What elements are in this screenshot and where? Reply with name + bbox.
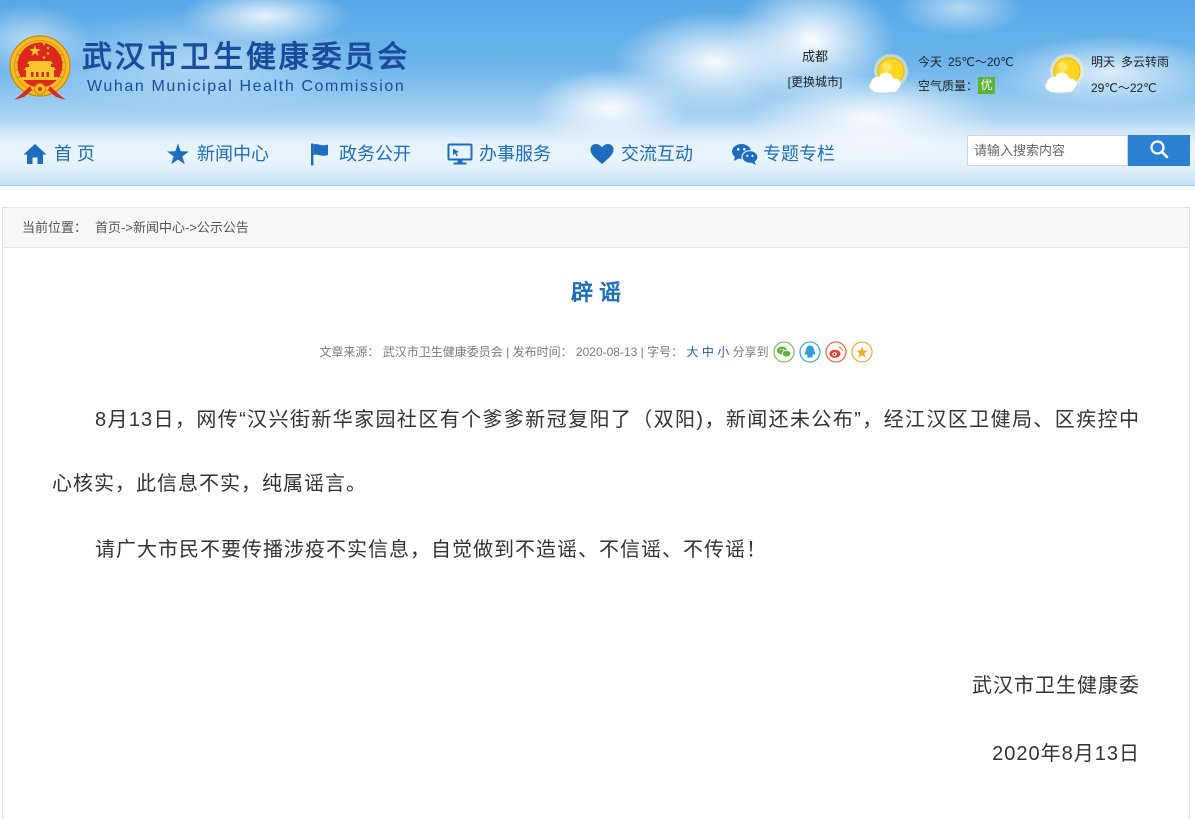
flag-icon: [307, 142, 333, 166]
meta-separator: |: [640, 345, 644, 359]
breadcrumb-news-center-link[interactable]: 新闻中心: [133, 220, 185, 235]
font-size-label: 字号：: [647, 345, 684, 359]
nav-label: 办事服务: [479, 144, 551, 164]
site-title[interactable]: 武汉市卫生健康委员会: [82, 38, 410, 78]
search-button[interactable]: [1128, 135, 1190, 166]
nav-special-topics[interactable]: 专题专栏: [731, 140, 835, 168]
share-label: 分享到: [732, 345, 769, 359]
nav-home[interactable]: 首 页: [22, 140, 95, 168]
nav-label: 新闻中心: [197, 144, 269, 164]
site-header: 武汉市卫生健康委员会 Wuhan Municipal Health Commis…: [0, 0, 1195, 186]
weibo-icon[interactable]: [824, 341, 847, 363]
font-size-medium[interactable]: 中: [702, 345, 714, 359]
weather-city: 成都: [801, 49, 828, 64]
breadcrumb-announcement-link[interactable]: 公示公告: [197, 220, 249, 235]
article-paragraph: 请广大市民不要传播涉疫不实信息，自觉做到不造谣、不信谣、不传谣！: [95, 539, 767, 561]
star-icon: [165, 142, 191, 166]
sun-cloud-icon: [864, 52, 912, 96]
source-value: 武汉市卫生健康委员会: [382, 345, 503, 359]
tomorrow-description: 多云转雨: [1121, 55, 1170, 69]
monitor-icon: [447, 142, 473, 166]
publish-date-label: 发布时间：: [512, 345, 573, 359]
heart-icon: [589, 142, 615, 166]
today-label: 今天: [918, 55, 943, 69]
publish-date: 2020-08-13: [575, 345, 638, 359]
article-title: 辟 谣: [570, 280, 622, 305]
breadcrumb-separator: ->: [121, 220, 133, 235]
article-container: 当前位置： 首页->新闻中心->公示公告 辟 谣 文章来源： 武汉市卫生健康委员会…: [2, 207, 1190, 819]
wechat-icon[interactable]: [772, 341, 795, 363]
nav-label: 政务公开: [339, 144, 411, 164]
weather-today: 今天 25℃～20℃: [918, 53, 1014, 71]
chat-bubbles-icon: [731, 142, 759, 166]
breadcrumb-home-link[interactable]: 首页: [95, 220, 121, 235]
nav-label: 交流互动: [621, 144, 693, 164]
nav-services[interactable]: 办事服务: [447, 140, 551, 168]
national-emblem-icon[interactable]: [8, 34, 72, 102]
air-quality-label: 空气质量：: [918, 79, 979, 93]
tomorrow-label: 明天: [1091, 55, 1116, 69]
article-signature: 武汉市卫生健康委: [972, 675, 1140, 697]
font-size-small[interactable]: 小: [717, 345, 729, 359]
search-icon: [1149, 139, 1169, 162]
air-quality: 空气质量：优: [918, 77, 996, 95]
change-city-link[interactable]: [更换城市]: [780, 73, 850, 91]
weather-tomorrow: 明天 多云转雨: [1091, 53, 1169, 71]
favorite-star-icon[interactable]: [850, 341, 873, 363]
article-signature-date: 2020年8月13日: [992, 743, 1140, 765]
qq-icon[interactable]: [798, 341, 821, 363]
breadcrumb-separator: ->: [184, 220, 197, 235]
nav-government-affairs[interactable]: 政务公开: [307, 140, 411, 168]
today-temperature: 25℃～20℃: [948, 55, 1014, 69]
search-input[interactable]: [967, 135, 1128, 166]
nav-label: 首 页: [54, 144, 96, 164]
source-label: 文章来源：: [319, 345, 380, 359]
font-size-large[interactable]: 大: [687, 345, 699, 359]
meta-separator: |: [506, 345, 510, 359]
air-quality-badge: 优: [978, 77, 996, 94]
breadcrumb: 当前位置： 首页->新闻中心->公示公告: [3, 208, 1189, 248]
home-icon: [22, 142, 48, 166]
nav-news-center[interactable]: 新闻中心: [165, 140, 269, 168]
nav-label: 专题专栏: [763, 144, 835, 164]
site-title-english[interactable]: Wuhan Municipal Health Commission: [87, 77, 405, 97]
tomorrow-temperature: 29℃～22℃: [1091, 81, 1157, 95]
breadcrumb-label: 当前位置：: [22, 220, 88, 235]
article-meta: 文章来源： 武汉市卫生健康委员会 | 发布时间： 2020-08-13 | 字号…: [3, 340, 1189, 364]
article-body: 8月13日，网传“汉兴街新华家园社区有个爹爹新冠复阳了（双阳)，新闻还未公布”，…: [3, 388, 1189, 786]
article-paragraph: 8月13日，网传“汉兴街新华家园社区有个爹爹新冠复阳了（双阳)，新闻还未公布”，…: [52, 409, 1140, 495]
sun-cloud-icon: [1040, 52, 1088, 96]
nav-interaction[interactable]: 交流互动: [589, 140, 693, 168]
